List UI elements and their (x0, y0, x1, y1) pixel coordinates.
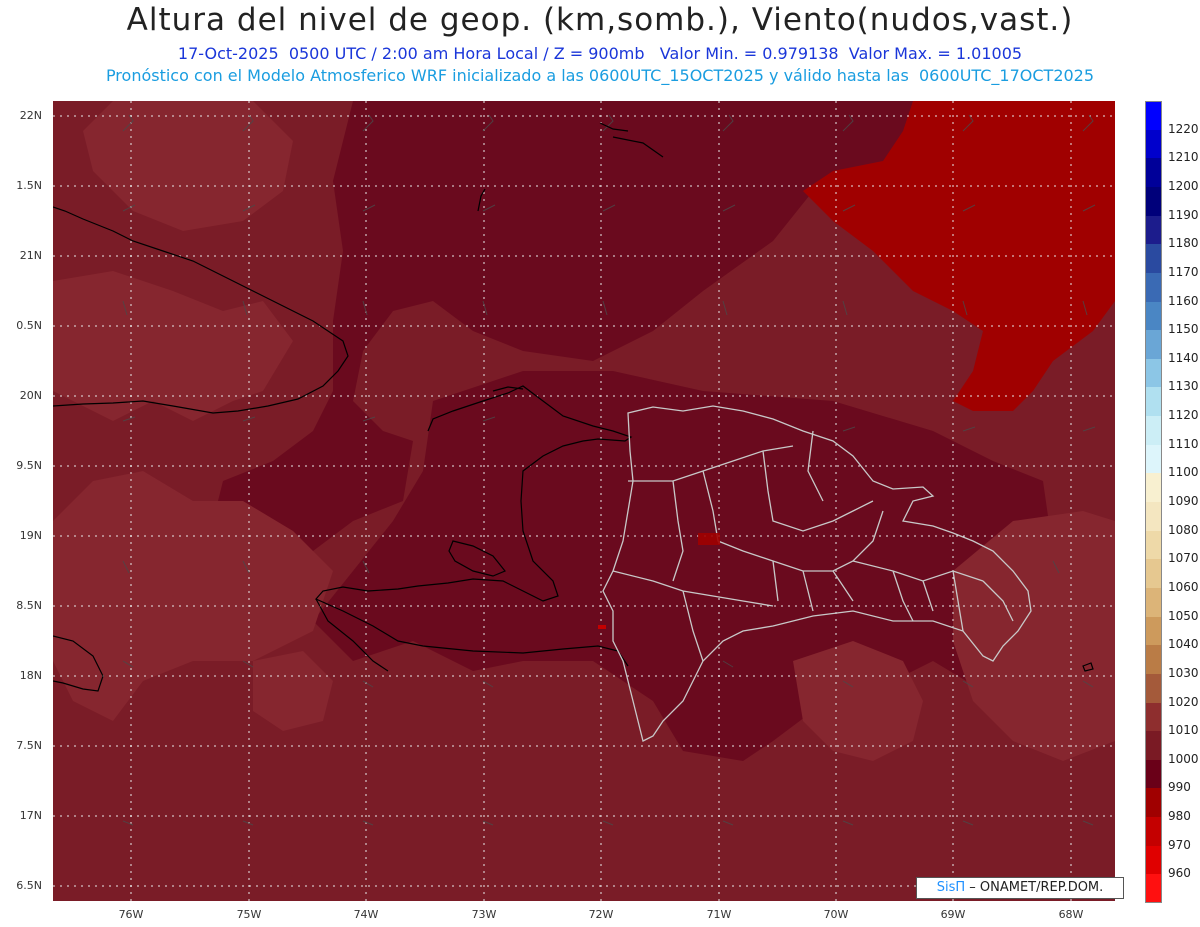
colorbar-label: 1130 (1168, 379, 1199, 394)
colorbar-label: 1190 (1168, 207, 1199, 222)
colorbar-label: 1220 (1168, 121, 1199, 136)
lon-label: 72W (588, 908, 614, 921)
lat-label: 18N (19, 669, 42, 682)
geopotential-height-map (53, 101, 1115, 901)
colorbar-label: 1110 (1168, 436, 1199, 451)
colorbar-label: 1080 (1168, 522, 1199, 537)
colorbar-label: 1000 (1168, 751, 1199, 766)
lat-label: 1.5N (16, 179, 42, 192)
colorbar-label: 1090 (1168, 494, 1199, 508)
colorbar-label: 980 (1168, 809, 1191, 824)
lon-label: 68W (1058, 908, 1084, 921)
map-subtitle-model-info: Pronóstico con el Modelo Atmosferico WRF… (105, 66, 1095, 85)
colorbar-label: 1160 (1168, 293, 1199, 308)
colorbar-label: 970 (1168, 837, 1191, 852)
map-subtitle-valid-time: 17-Oct-2025 0500 UTC / 2:00 am Hora Loca… (177, 44, 1023, 63)
lon-label: 71W (706, 908, 732, 921)
colorbar-label: 1020 (1168, 694, 1199, 709)
field-max-spot-2 (598, 625, 606, 629)
colorbar-label: 1150 (1168, 322, 1199, 337)
lon-label: 73W (471, 908, 497, 921)
lat-label: 6.5N (16, 879, 42, 892)
colorbar-label: 1100 (1168, 465, 1199, 480)
colorbar-label: 1070 (1168, 551, 1199, 566)
credit-text: – ONAMET/REP.DOM. (969, 880, 1104, 895)
lon-label: 76W (118, 908, 144, 921)
colorbar-label: 1200 (1168, 178, 1199, 193)
sispi-logo: SisΠ (936, 880, 966, 895)
lat-label: 17N (19, 809, 42, 822)
lat-label: 8.5N (16, 599, 42, 612)
colorbar-label: 1010 (1168, 723, 1199, 738)
lon-label: 75W (236, 908, 262, 921)
colorbar-label: 960 (1168, 866, 1191, 881)
lat-label: 19N (19, 529, 42, 542)
field-max-spot (698, 533, 720, 545)
credit-box: SisΠ – ONAMET/REP.DOM. (916, 877, 1124, 899)
lat-label: 7.5N (16, 739, 42, 752)
lat-label: 20N (19, 389, 42, 402)
lon-label: 69W (940, 908, 966, 921)
colorbar-label: 990 (1168, 780, 1191, 795)
colorbar-label: 1210 (1168, 150, 1199, 165)
colorbar-label: 1040 (1168, 637, 1199, 652)
colorbar-label: 1060 (1168, 579, 1199, 594)
colorbar-frame (1145, 101, 1162, 903)
map-title: Altura del nivel de geop. (km,somb.), Vi… (126, 2, 1074, 38)
colorbar-label: 1120 (1168, 408, 1199, 423)
colorbar-label: 1170 (1168, 264, 1199, 279)
lat-label: 22N (19, 109, 42, 122)
colorbar-label: 1140 (1168, 350, 1199, 365)
colorbar-label: 1180 (1168, 236, 1199, 251)
lat-label: 9.5N (16, 459, 42, 472)
colorbar-label: 1030 (1168, 665, 1199, 680)
colorbar-label: 1050 (1168, 608, 1199, 623)
lon-label: 74W (353, 908, 379, 921)
lon-label: 70W (823, 908, 849, 921)
lat-label: 0.5N (16, 319, 42, 332)
lat-label: 21N (19, 249, 42, 262)
